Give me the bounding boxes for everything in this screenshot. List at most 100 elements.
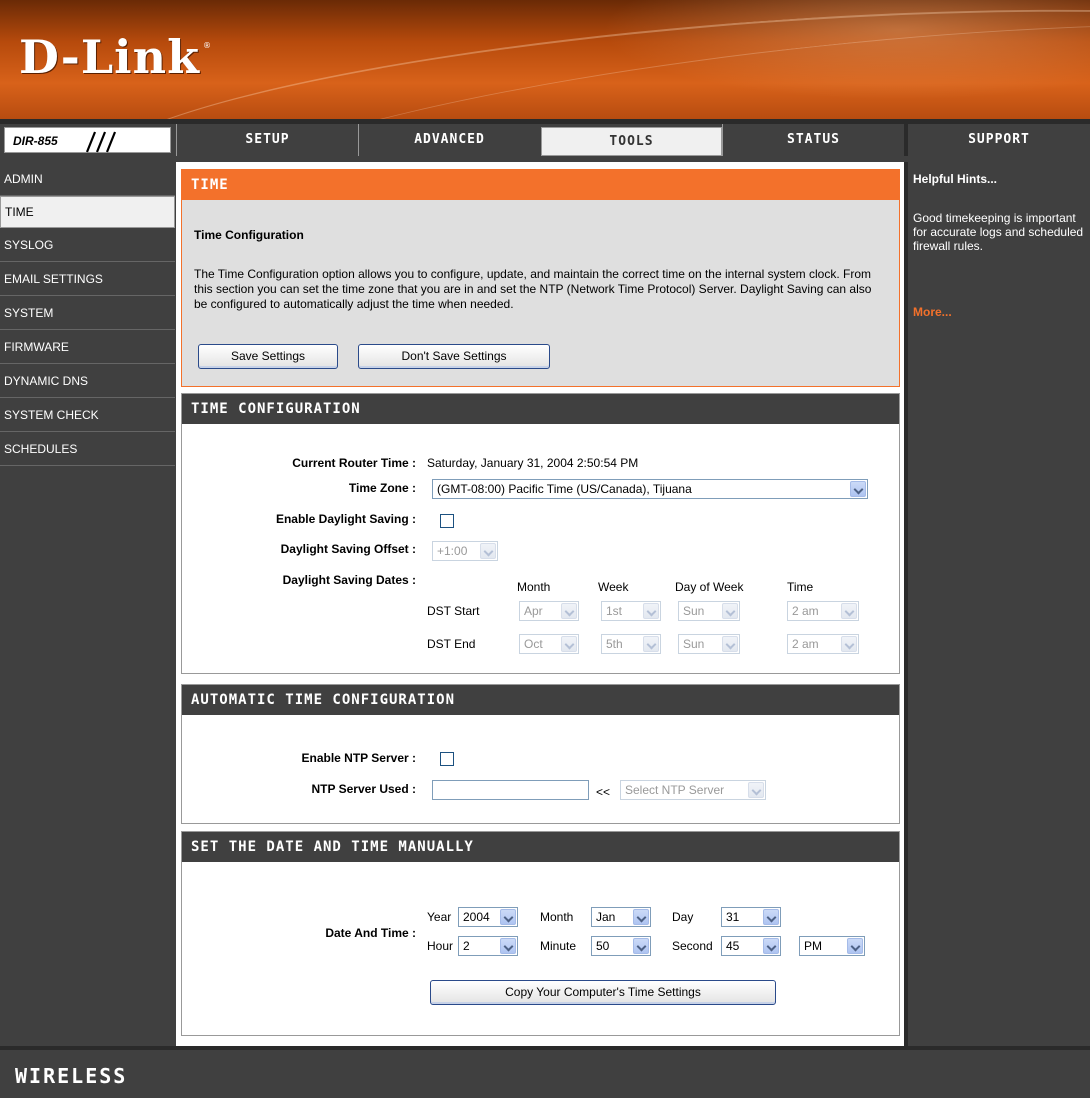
top-navigation: DIR-855 SETUP ADVANCED TOOLS STATUS SUPP… [0, 124, 1090, 156]
registered-mark: ® [203, 41, 211, 50]
chevron-down-icon [500, 938, 516, 954]
year-label: Year [427, 910, 452, 924]
tab-support[interactable]: SUPPORT [904, 124, 1090, 156]
hour-select[interactable]: 2 [458, 936, 518, 956]
dst-end-label: DST End [427, 637, 476, 651]
dst-start-week: 1st [606, 604, 623, 618]
section-header: SET THE DATE AND TIME MANUALLY [182, 832, 899, 862]
dst-start-dow-select[interactable]: Sun [678, 601, 740, 621]
sidebar-item-dynamic-dns[interactable]: DYNAMIC DNS [0, 364, 175, 398]
second-value: 45 [726, 939, 740, 953]
sidebar-item-admin[interactable]: ADMIN [0, 162, 175, 196]
timezone-label: Time Zone : [348, 481, 416, 495]
dst-offset-value: +1:00 [437, 544, 468, 558]
sidebar-item-system-check[interactable]: SYSTEM CHECK [0, 398, 175, 432]
timezone-select[interactable]: (GMT-08:00) Pacific Time (US/Canada), Ti… [432, 479, 868, 499]
current-time-label: Current Router Time : [292, 456, 416, 470]
chevron-down-icon [847, 938, 863, 954]
time-intro-box: TIME Time Configuration The Time Configu… [181, 169, 900, 387]
tab-advanced[interactable]: ADVANCED [358, 124, 540, 156]
section-header: TIME [182, 170, 899, 200]
month-value: Jan [596, 910, 616, 924]
chevron-down-icon [500, 909, 516, 925]
dst-end-time: 2 am [792, 637, 819, 651]
chevron-down-icon [722, 603, 738, 619]
year-select[interactable]: 2004 [458, 907, 518, 927]
dst-start-time-select[interactable]: 2 am [787, 601, 859, 621]
section-description: The Time Configuration option allows you… [194, 267, 872, 311]
sidebar-item-firmware[interactable]: FIRMWARE [0, 330, 175, 364]
chevron-down-icon [561, 603, 577, 619]
enable-ntp-checkbox[interactable] [440, 752, 454, 766]
column-week: Week [598, 580, 629, 594]
ntp-configuration-box: AUTOMATIC TIME CONFIGURATION Enable NTP … [181, 684, 900, 824]
model-badge: DIR-855 [4, 127, 171, 153]
month-label: Month [540, 910, 574, 924]
chevron-down-icon [841, 636, 857, 652]
timezone-value: (GMT-08:00) Pacific Time (US/Canada), Ti… [437, 482, 692, 496]
column-month: Month [517, 580, 551, 594]
chevron-down-icon [722, 636, 738, 652]
second-label: Second [672, 939, 713, 953]
enable-dst-checkbox[interactable] [440, 514, 454, 528]
dst-dates-label: Daylight Saving Dates : [282, 573, 416, 587]
ntp-server-select-placeholder: Select NTP Server [625, 783, 725, 797]
sidebar-item-schedules[interactable]: SCHEDULES [0, 432, 175, 466]
day-select[interactable]: 31 [721, 907, 781, 927]
dlink-logo: D-Link [19, 30, 200, 84]
main-content: TIME Time Configuration The Time Configu… [176, 162, 904, 1046]
chevron-down-icon [763, 909, 779, 925]
section-subtitle: Time Configuration [194, 228, 304, 242]
chevron-down-icon [561, 636, 577, 652]
section-header: TIME CONFIGURATION [182, 394, 899, 424]
dst-start-month-select[interactable]: Apr [519, 601, 579, 621]
hour-value: 2 [463, 939, 470, 953]
column-time: Time [787, 580, 814, 594]
year-value: 2004 [463, 910, 490, 924]
tab-setup[interactable]: SETUP [176, 124, 358, 156]
manual-time-box: SET THE DATE AND TIME MANUALLY Date And … [181, 831, 900, 1036]
sidebar-item-syslog[interactable]: SYSLOG [0, 228, 175, 262]
section-header: AUTOMATIC TIME CONFIGURATION [182, 685, 899, 715]
enable-ntp-label: Enable NTP Server : [301, 751, 417, 765]
dst-end-month-select[interactable]: Oct [519, 634, 579, 654]
hints-more-link[interactable]: More... [913, 305, 952, 319]
ntp-server-select[interactable]: Select NTP Server [620, 780, 766, 800]
chevron-down-icon [850, 481, 866, 497]
dst-start-dow: Sun [683, 604, 705, 618]
sidebar-item-system[interactable]: SYSTEM [0, 296, 175, 330]
sidebar-item-email-settings[interactable]: EMAIL SETTINGS [0, 262, 175, 296]
ntp-server-input[interactable] [432, 780, 589, 800]
save-settings-button[interactable]: Save Settings [198, 344, 338, 369]
dst-offset-select[interactable]: +1:00 [432, 541, 498, 561]
dst-end-week-select[interactable]: 5th [601, 634, 661, 654]
dst-offset-label: Daylight Saving Offset : [280, 542, 416, 556]
chevron-down-icon [763, 938, 779, 954]
ntp-arrows: << [596, 785, 611, 799]
minute-label: Minute [540, 939, 577, 953]
minute-select[interactable]: 50 [591, 936, 651, 956]
dst-end-time-select[interactable]: 2 am [787, 634, 859, 654]
month-select[interactable]: Jan [591, 907, 651, 927]
ampm-value: PM [804, 939, 822, 953]
sidebar-item-time[interactable]: TIME [0, 196, 175, 228]
copy-computer-time-button[interactable]: Copy Your Computer's Time Settings [430, 980, 776, 1005]
header-banner: D-Link ® [0, 0, 1090, 119]
hour-label: Hour [427, 939, 454, 953]
ampm-select[interactable]: PM [799, 936, 865, 956]
dst-end-dow-select[interactable]: Sun [678, 634, 740, 654]
wireless-footer-logo: WIRELESS [15, 1064, 128, 1088]
slash-decoration-icon [85, 131, 117, 153]
day-value: 31 [726, 910, 740, 924]
minute-value: 50 [596, 939, 610, 953]
dont-save-settings-button[interactable]: Don't Save Settings [358, 344, 550, 369]
model-name: DIR-855 [13, 134, 58, 148]
left-menu: ADMIN TIME SYSLOG EMAIL SETTINGS SYSTEM … [0, 162, 175, 466]
dst-start-week-select[interactable]: 1st [601, 601, 661, 621]
tab-status[interactable]: STATUS [722, 124, 904, 156]
second-select[interactable]: 45 [721, 936, 781, 956]
tab-tools[interactable]: TOOLS [541, 127, 722, 156]
dst-start-label: DST Start [427, 604, 480, 618]
chevron-down-icon [643, 636, 659, 652]
enable-dst-label: Enable Daylight Saving : [275, 512, 416, 526]
